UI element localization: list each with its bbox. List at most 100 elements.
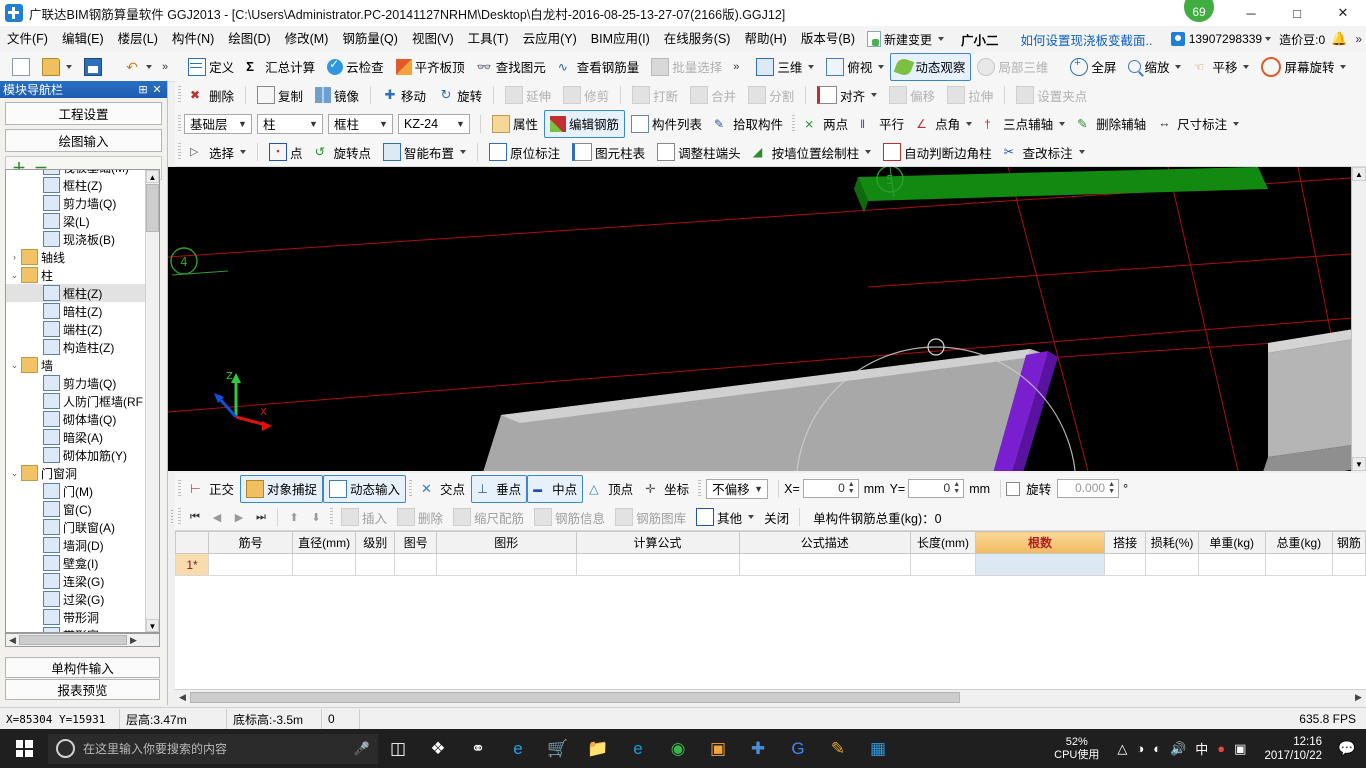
menu-help[interactable]: 帮助(H) (737, 26, 793, 52)
tree-item-12[interactable]: 剪力墙(Q) (6, 374, 147, 392)
vertex-toggle[interactable]: △ 顶点 (583, 475, 639, 503)
panel-close-icon[interactable]: ✕ (150, 83, 164, 96)
rebar-grip-2[interactable] (330, 508, 333, 526)
align-button[interactable]: 对齐 (811, 81, 883, 109)
element-column-table-button[interactable]: 图元柱表 (566, 138, 651, 166)
microphone-icon[interactable]: 🎤 (354, 741, 370, 757)
start-button[interactable] (0, 729, 48, 768)
merge-button[interactable]: 合并 (684, 81, 742, 109)
tree-item-21[interactable]: 墙洞(D) (6, 536, 147, 554)
delete-axis-button[interactable]: ✎ 删除辅轴 (1071, 110, 1152, 138)
rebar-horizontal-scrollbar[interactable]: ◀ ▶ (175, 689, 1366, 705)
sogou-input-icon[interactable]: ● (1217, 741, 1225, 756)
taskbar-app-4-icon[interactable]: ▣ (698, 729, 738, 768)
tree-twisty-icon[interactable]: › (8, 252, 21, 262)
taskbar-app-3-icon[interactable]: ◉ (658, 729, 698, 768)
delete-button[interactable]: ✖ 删除 (184, 81, 240, 109)
tree-item-14[interactable]: 砌体墙(Q) (6, 410, 147, 428)
fullscreen-button[interactable]: 全屏 (1064, 53, 1122, 81)
save-file-button[interactable] (78, 53, 108, 81)
draw-input-button[interactable]: 绘图输入 (5, 129, 162, 152)
taskbar-app-7-icon[interactable]: ✎ (818, 729, 858, 768)
adjust-column-end-button[interactable]: 调整柱端头 (651, 138, 747, 166)
rotate-point-button[interactable]: ↺ 旋转点 (309, 138, 378, 166)
ime-indicator[interactable]: 中 (1195, 739, 1208, 758)
close-pane-button[interactable]: 关闭 (759, 505, 794, 529)
snapbar-grip-3[interactable] (698, 479, 702, 498)
partial-3d-button[interactable]: 局部三维 (971, 53, 1054, 81)
cell-drawing-number[interactable] (394, 553, 437, 576)
project-settings-button[interactable]: 工程设置 (5, 102, 162, 125)
properties-button[interactable]: 属性 (486, 110, 544, 138)
menu-online-service[interactable]: 在线服务(S) (657, 26, 738, 52)
menu-version[interactable]: 版本号(B) (794, 26, 862, 52)
in-situ-label-button[interactable]: 原位标注 (483, 138, 566, 166)
dynamic-observe-button[interactable]: 动态观察 (890, 52, 972, 81)
tree-horizontal-scrollbar[interactable]: ◀ ▶ (5, 633, 160, 647)
member-selector[interactable]: KZ-24 ▼ (398, 113, 470, 134)
edge-icon[interactable]: e (498, 729, 538, 768)
trim-button[interactable]: 修剪 (557, 81, 615, 109)
tree-item-2[interactable]: 剪力墙(Q) (6, 194, 147, 212)
col-formula-desc[interactable]: 公式描述 (738, 531, 912, 554)
find-element-button[interactable]: 👓 查找图元 (471, 53, 552, 81)
offset-button[interactable]: 偏移 (883, 81, 941, 109)
cell-length[interactable] (910, 553, 976, 576)
col-drawing-number[interactable]: 图号 (394, 531, 437, 554)
break-button[interactable]: 打断 (626, 81, 684, 109)
row-header-cell[interactable]: 1* (174, 553, 210, 576)
tree-item-8[interactable]: 暗柱(Z) (6, 302, 147, 320)
tree-item-3[interactable]: 梁(L) (6, 212, 147, 230)
action-center-icon[interactable]: 💬 (1332, 740, 1362, 757)
cell-unit-weight[interactable] (1197, 553, 1266, 576)
tray-overflow-icon[interactable]: △ (1117, 741, 1127, 757)
category-selector[interactable]: 柱 ▼ (257, 113, 323, 134)
col-formula[interactable]: 计算公式 (575, 531, 740, 554)
new-file-button[interactable] (6, 53, 36, 81)
member-list-button[interactable]: 构件列表 (625, 110, 708, 138)
rotate-button[interactable]: ↻ 旋转 (432, 81, 488, 109)
two-point-button[interactable]: ⨯ 两点 (798, 110, 854, 138)
axis-grip[interactable] (792, 114, 796, 133)
set-grip-button[interactable]: 设置夹点 (1010, 81, 1093, 109)
extend-button[interactable]: 延伸 (499, 81, 557, 109)
col-rebar-extra[interactable]: 钢筋 (1331, 531, 1366, 554)
pan-button[interactable]: ☜ 平移 (1187, 53, 1255, 81)
scroll-down-icon[interactable]: ▼ (146, 619, 159, 632)
taskbar-app-ggj-icon[interactable]: ▦ (858, 729, 898, 768)
menu-bim-app[interactable]: BIM应用(I) (584, 26, 657, 52)
rebar-table[interactable]: 筋号 直径(mm) 级别 图号 图形 计算公式 公式描述 长度(mm) 根数 搭… (174, 531, 1366, 576)
viewport-scroll-up-icon[interactable]: ▲ (1352, 167, 1366, 181)
draw-column-by-wall-button[interactable]: ◢ 按墙位置绘制柱 (747, 138, 878, 166)
nav-down-button[interactable]: ⬇ (305, 507, 327, 527)
clock[interactable]: 12:16 2017/10/22 (1254, 735, 1332, 763)
tree-item-26[interactable]: 带形窗 (6, 626, 147, 632)
file-explorer-icon[interactable]: 📁 (578, 729, 618, 768)
point-angle-button[interactable]: ∠ 点角 (910, 110, 978, 138)
offset-mode-selector[interactable]: 不偏移 ▼ (706, 478, 769, 499)
scroll-up-icon[interactable]: ▲ (146, 170, 159, 183)
tree-item-18[interactable]: 门(M) (6, 482, 147, 500)
col-bar-number[interactable]: 筋号 (208, 531, 294, 554)
nav-first-button[interactable]: ⏮ (184, 507, 206, 527)
scale-rebar-button[interactable]: 缩尺配筋 (448, 505, 529, 529)
tree-item-4[interactable]: 现浇板(B) (6, 230, 147, 248)
intersection-toggle[interactable]: ✕ 交点 (415, 475, 471, 503)
tree-item-13[interactable]: 人防门框墙(RF (6, 392, 147, 410)
cell-bar-number[interactable] (208, 553, 294, 576)
floor-selector[interactable]: 基础层 ▼ (184, 113, 252, 134)
pin-icon[interactable]: ⊞ (136, 83, 150, 96)
menu-file[interactable]: 文件(F) (0, 26, 55, 52)
viewport-vertical-scrollbar[interactable]: ▲ ▼ (1351, 167, 1366, 471)
modify-grip[interactable] (178, 86, 181, 104)
point-tool-button[interactable]: ▪ 点 (263, 138, 309, 166)
task-view-button[interactable]: ◫ (378, 729, 418, 768)
zoom-button[interactable]: 缩放 (1122, 53, 1187, 81)
toolbar-overflow-left-icon[interactable]: » (728, 61, 744, 73)
tree-item-20[interactable]: 门联窗(A) (6, 518, 147, 536)
move-button[interactable]: ✚ 移动 (376, 81, 432, 109)
rebar-hscroll-thumb[interactable] (190, 692, 960, 703)
col-diameter[interactable]: 直径(mm) (292, 531, 357, 554)
y-offset-input[interactable]: 0 ▲ ▼ (908, 479, 965, 498)
menu-overflow-icon[interactable]: » (1355, 32, 1362, 46)
